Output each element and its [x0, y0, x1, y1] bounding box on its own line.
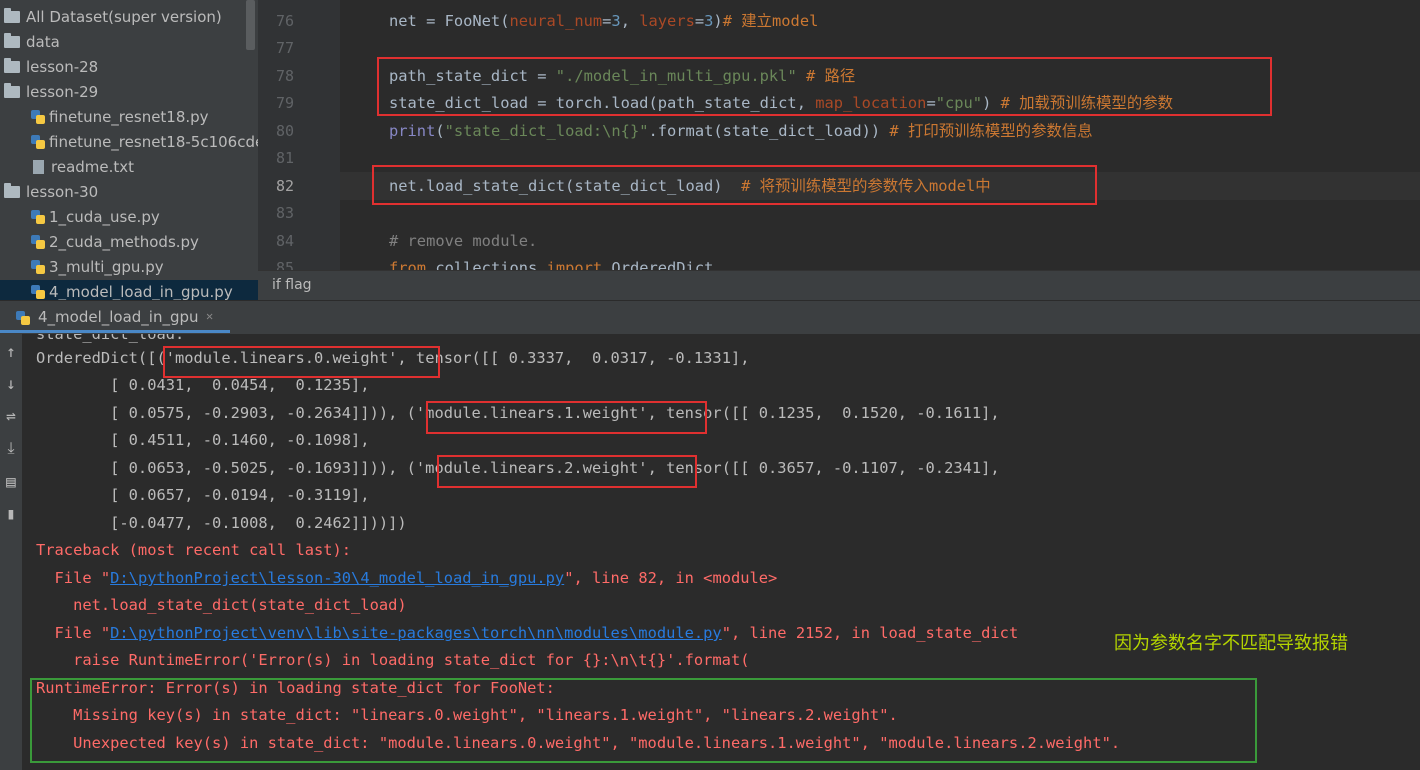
code-editor[interactable]: 76 77 78 79 80 81 82 83 84 85 net = FooN… [258, 0, 1420, 270]
line-number: 79 [275, 94, 294, 112]
tree-item-finetune-resnet18[interactable]: finetune_resnet18.py [31, 105, 209, 130]
tree-item-lesson-30[interactable]: lesson-30 [4, 180, 98, 205]
python-file-icon [31, 260, 45, 274]
tree-item-all-dataset[interactable]: All Dataset(super version) [4, 5, 222, 30]
highlight-box-load-path [377, 57, 1272, 116]
soft-wrap-icon[interactable]: ⇌ [2, 406, 20, 425]
python-file-icon [31, 135, 45, 149]
tree-item-data[interactable]: data [4, 30, 60, 55]
traceback-frame: File "D:\pythonProject\lesson-30\4_model… [36, 569, 778, 587]
python-file-icon [31, 210, 45, 224]
highlight-box-key-2 [437, 455, 697, 488]
traceback-header: Traceback (most recent call last): [36, 541, 352, 559]
traceback-frame: File "D:\pythonProject\venv\lib\site-pac… [36, 624, 1019, 642]
highlight-box-key-1 [426, 401, 707, 434]
scroll-to-end-icon[interactable]: ⤓ [2, 438, 20, 458]
line-number: 84 [275, 232, 294, 250]
run-panel-header: 4_model_load_in_gpu ✕ [0, 300, 1420, 335]
folder-icon [4, 33, 20, 48]
print-icon[interactable]: ▤ [2, 472, 20, 491]
line-number-gutter: 76 77 78 79 80 81 82 83 84 85 [258, 0, 340, 270]
line-number: 83 [275, 204, 294, 222]
tree-item-cuda-use[interactable]: 1_cuda_use.py [31, 205, 160, 230]
line-number: 81 [275, 149, 294, 167]
output-line: [-0.0477, -0.1008, 0.2462]]))]) [36, 514, 407, 532]
tree-item-multi-gpu[interactable]: 3_multi_gpu.py [31, 255, 164, 280]
text-file-icon [33, 160, 44, 174]
trash-icon[interactable]: ▮ [2, 504, 20, 523]
line-number: 85 [275, 259, 294, 270]
file-link[interactable]: D:\pythonProject\venv\lib\site-packages\… [110, 624, 722, 642]
line-number: 77 [275, 39, 294, 57]
python-run-icon [16, 311, 30, 325]
output-line: [ 0.4511, -0.1460, -0.1098], [36, 431, 370, 449]
tree-item-finetune-resnet18-weights[interactable]: finetune_resnet18-5c106cde [31, 130, 258, 155]
folder-icon [4, 183, 20, 198]
code-line-80[interactable]: print("state_dict_load:\n{}".format(stat… [389, 117, 1093, 145]
folder-icon [4, 83, 20, 98]
line-number: 80 [275, 122, 294, 140]
line-number: 76 [275, 12, 294, 30]
line-number: 78 [275, 67, 294, 85]
tree-item-model-load-in-gpu[interactable]: 4_model_load_in_gpu.py [0, 280, 258, 300]
highlight-box-load-state-dict [372, 165, 1097, 205]
output-line: [ 0.0657, -0.0194, -0.3119], [36, 486, 370, 504]
python-file-icon [31, 285, 45, 299]
tree-item-lesson-28[interactable]: lesson-28 [4, 55, 98, 80]
tree-item-readme[interactable]: readme.txt [33, 155, 134, 180]
arrow-up-icon[interactable]: ↑ [2, 342, 20, 361]
tree-scrollbar[interactable] [246, 0, 255, 50]
highlight-box-runtime-error [30, 678, 1257, 763]
python-file-icon [31, 110, 45, 124]
close-icon[interactable]: ✕ [206, 309, 213, 323]
annotation-note: 因为参数名字不匹配导致报错 [1114, 633, 1348, 654]
code-line-85[interactable]: from collections import OrderedDict [389, 254, 713, 270]
traceback-code: raise RuntimeError('Error(s) in loading … [36, 651, 750, 669]
traceback-code: net.load_state_dict(state_dict_load) [36, 596, 407, 614]
code-line-76[interactable]: net = FooNet(neural_num=3, layers=3)# 建立… [389, 7, 818, 35]
arrow-down-icon[interactable]: ↓ [2, 374, 20, 393]
tree-item-lesson-29[interactable]: lesson-29 [4, 80, 98, 105]
file-link[interactable]: D:\pythonProject\lesson-30\4_model_load_… [110, 569, 564, 587]
folder-icon [4, 8, 20, 23]
breadcrumb[interactable]: if flag [258, 270, 1420, 301]
run-tab[interactable]: 4_model_load_in_gpu ✕ [0, 303, 230, 333]
code-line-84[interactable]: # remove module. [389, 227, 537, 255]
run-toolbar: ↑ ↓ ⇌ ⤓ ▤ ▮ [0, 334, 22, 770]
folder-icon [4, 58, 20, 73]
line-number-current: 82 [275, 177, 294, 195]
python-file-icon [31, 235, 45, 249]
tree-item-cuda-methods[interactable]: 2_cuda_methods.py [31, 230, 199, 255]
highlight-box-key-0 [163, 346, 440, 378]
project-tree: All Dataset(super version) data lesson-2… [0, 0, 258, 300]
